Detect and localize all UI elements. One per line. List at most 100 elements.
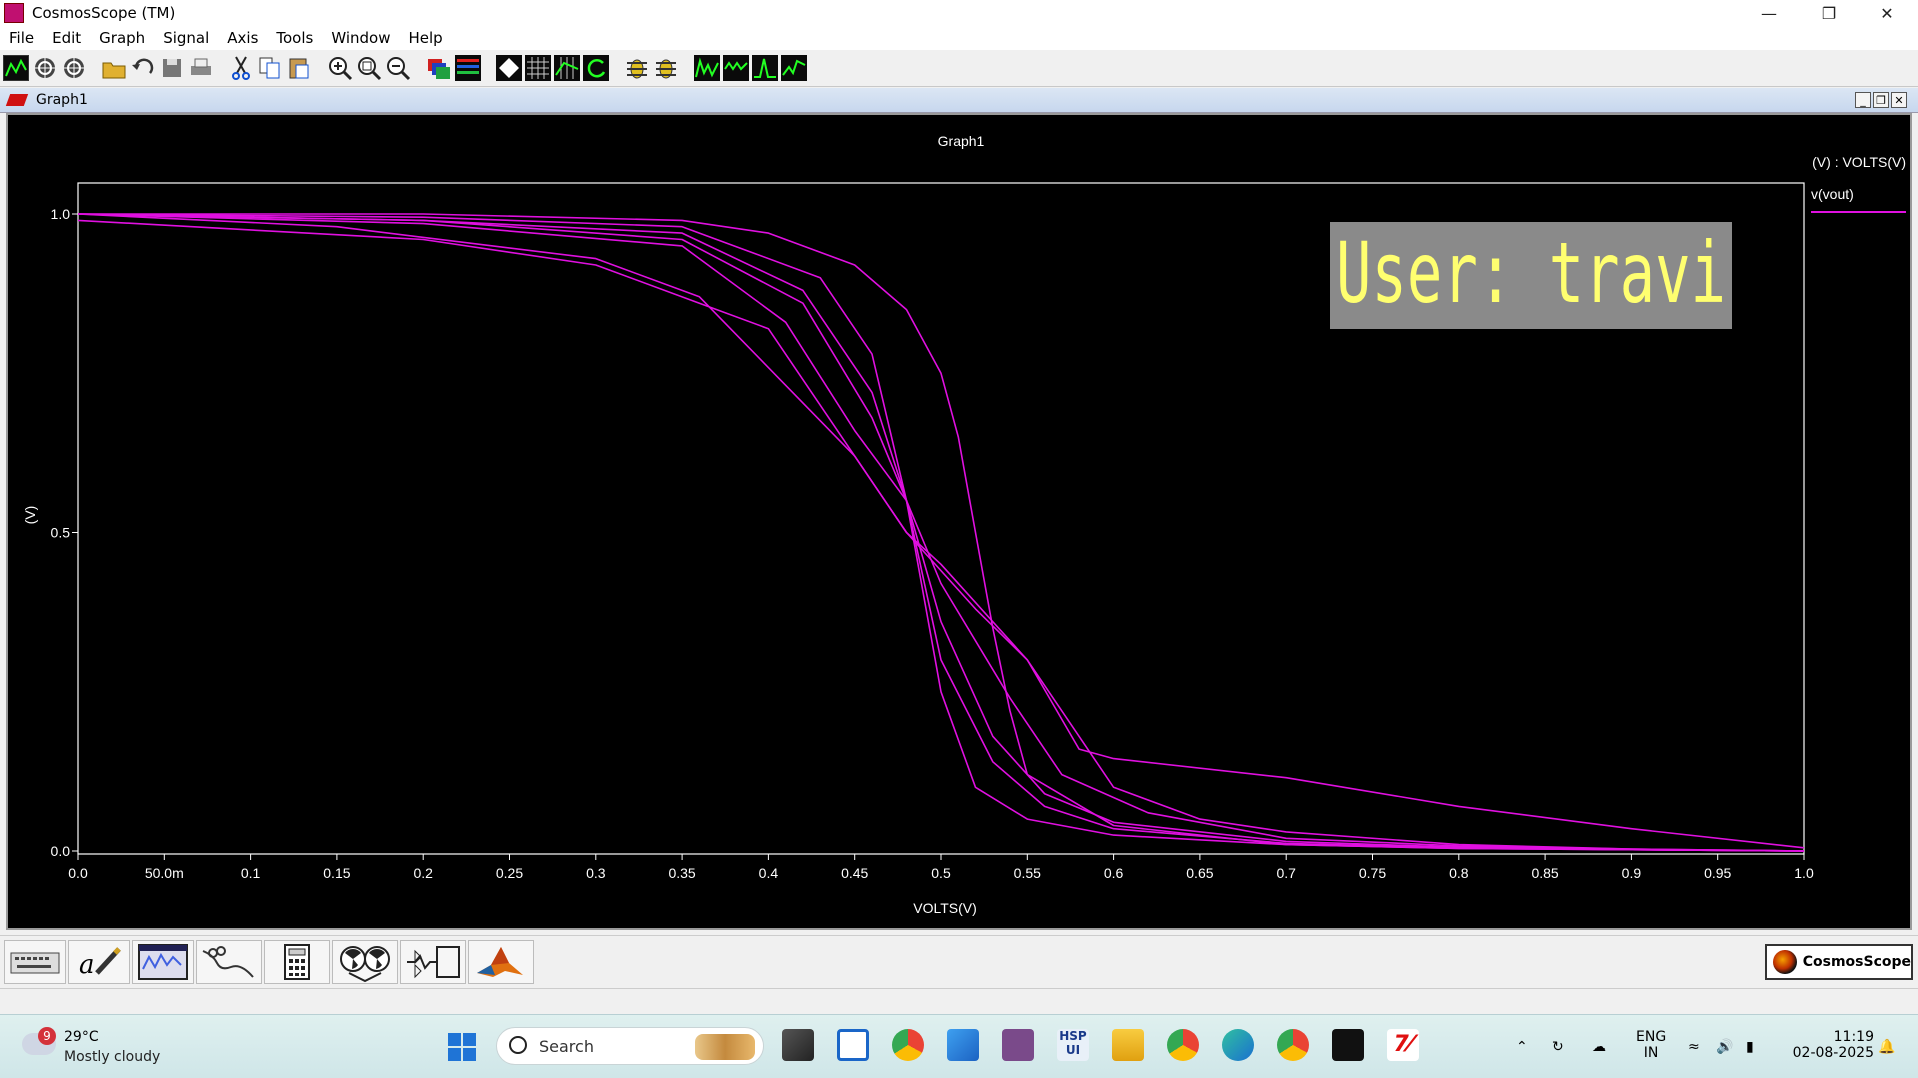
wave1-icon[interactable] bbox=[694, 55, 720, 81]
wifi-icon[interactable]: ≈ bbox=[1688, 1039, 1700, 1055]
menu-file[interactable]: File bbox=[0, 29, 43, 47]
zoom-in-icon[interactable] bbox=[327, 55, 353, 81]
weather-badge: 9 bbox=[38, 1027, 56, 1045]
vscode-icon[interactable] bbox=[947, 1029, 979, 1061]
wave2-icon[interactable] bbox=[723, 55, 749, 81]
edge-icon[interactable] bbox=[1222, 1029, 1254, 1061]
sync-icon[interactable]: ↻ bbox=[1552, 1039, 1564, 1055]
undo-icon[interactable] bbox=[130, 55, 156, 81]
file-explorer-icon[interactable] bbox=[1112, 1029, 1144, 1061]
x-axis-label: VOLTS(V) bbox=[913, 900, 977, 916]
x-tick-label: 0.9 bbox=[1622, 865, 1642, 881]
menu-tools[interactable]: Tools bbox=[267, 29, 322, 47]
window-app-icon[interactable] bbox=[837, 1029, 869, 1061]
calculator-icon[interactable] bbox=[264, 940, 330, 984]
x-tick-label: 0.2 bbox=[413, 865, 433, 881]
legend-entry[interactable]: v(vout) bbox=[1811, 186, 1854, 202]
y-tick-label: 1.0 bbox=[51, 206, 71, 222]
menu-graph[interactable]: Graph bbox=[90, 29, 154, 47]
window-title: CosmosScope (TM) bbox=[32, 4, 176, 22]
onedrive-icon[interactable]: ☁ bbox=[1592, 1039, 1606, 1055]
bug2-icon[interactable] bbox=[653, 55, 679, 81]
x-tick-label: 0.65 bbox=[1186, 865, 1213, 881]
grid-icon[interactable] bbox=[525, 55, 551, 81]
grid2-icon[interactable] bbox=[554, 55, 580, 81]
search-icon bbox=[509, 1036, 527, 1054]
restore-button[interactable]: ❐ bbox=[1800, 0, 1858, 26]
matlab-icon[interactable] bbox=[468, 940, 534, 984]
graph-restore-button[interactable]: ❐ bbox=[1873, 92, 1889, 108]
volume-icon[interactable]: 🔊 bbox=[1716, 1039, 1733, 1055]
start-button[interactable] bbox=[448, 1033, 476, 1061]
task-view-icon[interactable] bbox=[782, 1029, 814, 1061]
zoom-cross2-icon[interactable] bbox=[61, 55, 87, 81]
x-tick-label: 0.45 bbox=[841, 865, 868, 881]
search-highlight-image bbox=[695, 1034, 755, 1060]
waveform-window-icon[interactable] bbox=[132, 940, 194, 984]
diamond-icon[interactable] bbox=[496, 55, 522, 81]
graph-minimize-button[interactable]: _ bbox=[1855, 92, 1871, 108]
waveform-icon[interactable] bbox=[3, 55, 29, 81]
x-tick-label: 1.0 bbox=[1794, 865, 1814, 881]
x-tick-label: 0.95 bbox=[1704, 865, 1731, 881]
x-tick-label: 0.0 bbox=[68, 865, 88, 881]
hspui-icon[interactable]: HSP UI bbox=[1057, 1029, 1089, 1061]
paste-icon[interactable] bbox=[286, 55, 312, 81]
language-indicator[interactable]: ENG IN bbox=[1636, 1029, 1666, 1061]
print-icon[interactable] bbox=[188, 55, 214, 81]
minimize-button[interactable]: — bbox=[1740, 0, 1798, 26]
menu-axis[interactable]: Axis bbox=[218, 29, 267, 47]
chrome-profile2-icon[interactable] bbox=[1277, 1029, 1309, 1061]
pen-icon[interactable]: a bbox=[68, 940, 130, 984]
scissors-icon[interactable] bbox=[196, 940, 262, 984]
notification-icon[interactable]: 🔔 bbox=[1878, 1039, 1895, 1055]
weather-temperature[interactable]: 29°C bbox=[64, 1029, 99, 1045]
weather-condition[interactable]: Mostly cloudy bbox=[64, 1049, 160, 1065]
cut-icon[interactable] bbox=[228, 55, 254, 81]
chrome-icon[interactable] bbox=[892, 1029, 924, 1061]
schematic-icon[interactable] bbox=[400, 940, 466, 984]
clock-time: 11:19 bbox=[1833, 1029, 1874, 1045]
chart-svg[interactable]: Graph1 0.0 50.0m 0.1 0.15 0.2 0.25 0.3 0.35 0.4 0… bbox=[8, 115, 1910, 928]
waveview-icon[interactable] bbox=[1002, 1029, 1034, 1061]
zoom-fit-icon[interactable] bbox=[356, 55, 382, 81]
search-label: Search bbox=[539, 1037, 594, 1056]
chart-title: Graph1 bbox=[938, 133, 985, 149]
bug-icon[interactable] bbox=[624, 55, 650, 81]
open-folder-icon[interactable] bbox=[101, 55, 127, 81]
menu-signal[interactable]: Signal bbox=[154, 29, 218, 47]
battery-icon[interactable]: ▮ bbox=[1746, 1039, 1754, 1055]
wave3-icon[interactable] bbox=[752, 55, 778, 81]
x-tick-label: 0.8 bbox=[1449, 865, 1469, 881]
app-icon bbox=[4, 3, 24, 23]
refresh-icon[interactable] bbox=[583, 55, 609, 81]
stack-icon[interactable] bbox=[426, 55, 452, 81]
x-tick-label: 0.25 bbox=[496, 865, 523, 881]
clock[interactable]: 11:19 02-08-2025 bbox=[1793, 1029, 1874, 1061]
copy-icon[interactable] bbox=[257, 55, 283, 81]
save-icon[interactable] bbox=[159, 55, 185, 81]
status-bar bbox=[0, 988, 1918, 1015]
color-bars-icon[interactable] bbox=[455, 55, 481, 81]
region-code: IN bbox=[1643, 1045, 1659, 1061]
taskbar-search[interactable]: Search bbox=[496, 1027, 764, 1065]
menu-window[interactable]: Window bbox=[322, 29, 399, 47]
wave4-icon[interactable] bbox=[781, 55, 807, 81]
watermark-text: User: travi bbox=[1336, 224, 1726, 322]
menu-help[interactable]: Help bbox=[400, 29, 452, 47]
chrome-profile-icon[interactable] bbox=[1167, 1029, 1199, 1061]
graph-window: Graph1 0.0 50.0m 0.1 0.15 0.2 0.25 0.3 0.35 0.4 0… bbox=[6, 113, 1912, 930]
close-button[interactable]: ✕ bbox=[1858, 0, 1916, 26]
menu-edit[interactable]: Edit bbox=[43, 29, 90, 47]
x-tick-label: 50.0m bbox=[145, 865, 184, 881]
keyboard-icon[interactable] bbox=[4, 940, 66, 984]
radiation-icon[interactable] bbox=[332, 940, 398, 984]
graph-close-button[interactable]: ✕ bbox=[1891, 92, 1907, 108]
x-tick-label: 0.75 bbox=[1359, 865, 1386, 881]
terminal-app-icon[interactable] bbox=[1332, 1029, 1364, 1061]
zoom-cross-icon[interactable] bbox=[32, 55, 58, 81]
zoom-out-icon[interactable] bbox=[385, 55, 411, 81]
chevron-up-icon[interactable]: ⌃ bbox=[1516, 1039, 1528, 1055]
cosmosscope-logo: CosmosScope bbox=[1765, 944, 1913, 980]
cosmosscope-taskbar-icon[interactable]: 7⁄ bbox=[1387, 1029, 1419, 1061]
